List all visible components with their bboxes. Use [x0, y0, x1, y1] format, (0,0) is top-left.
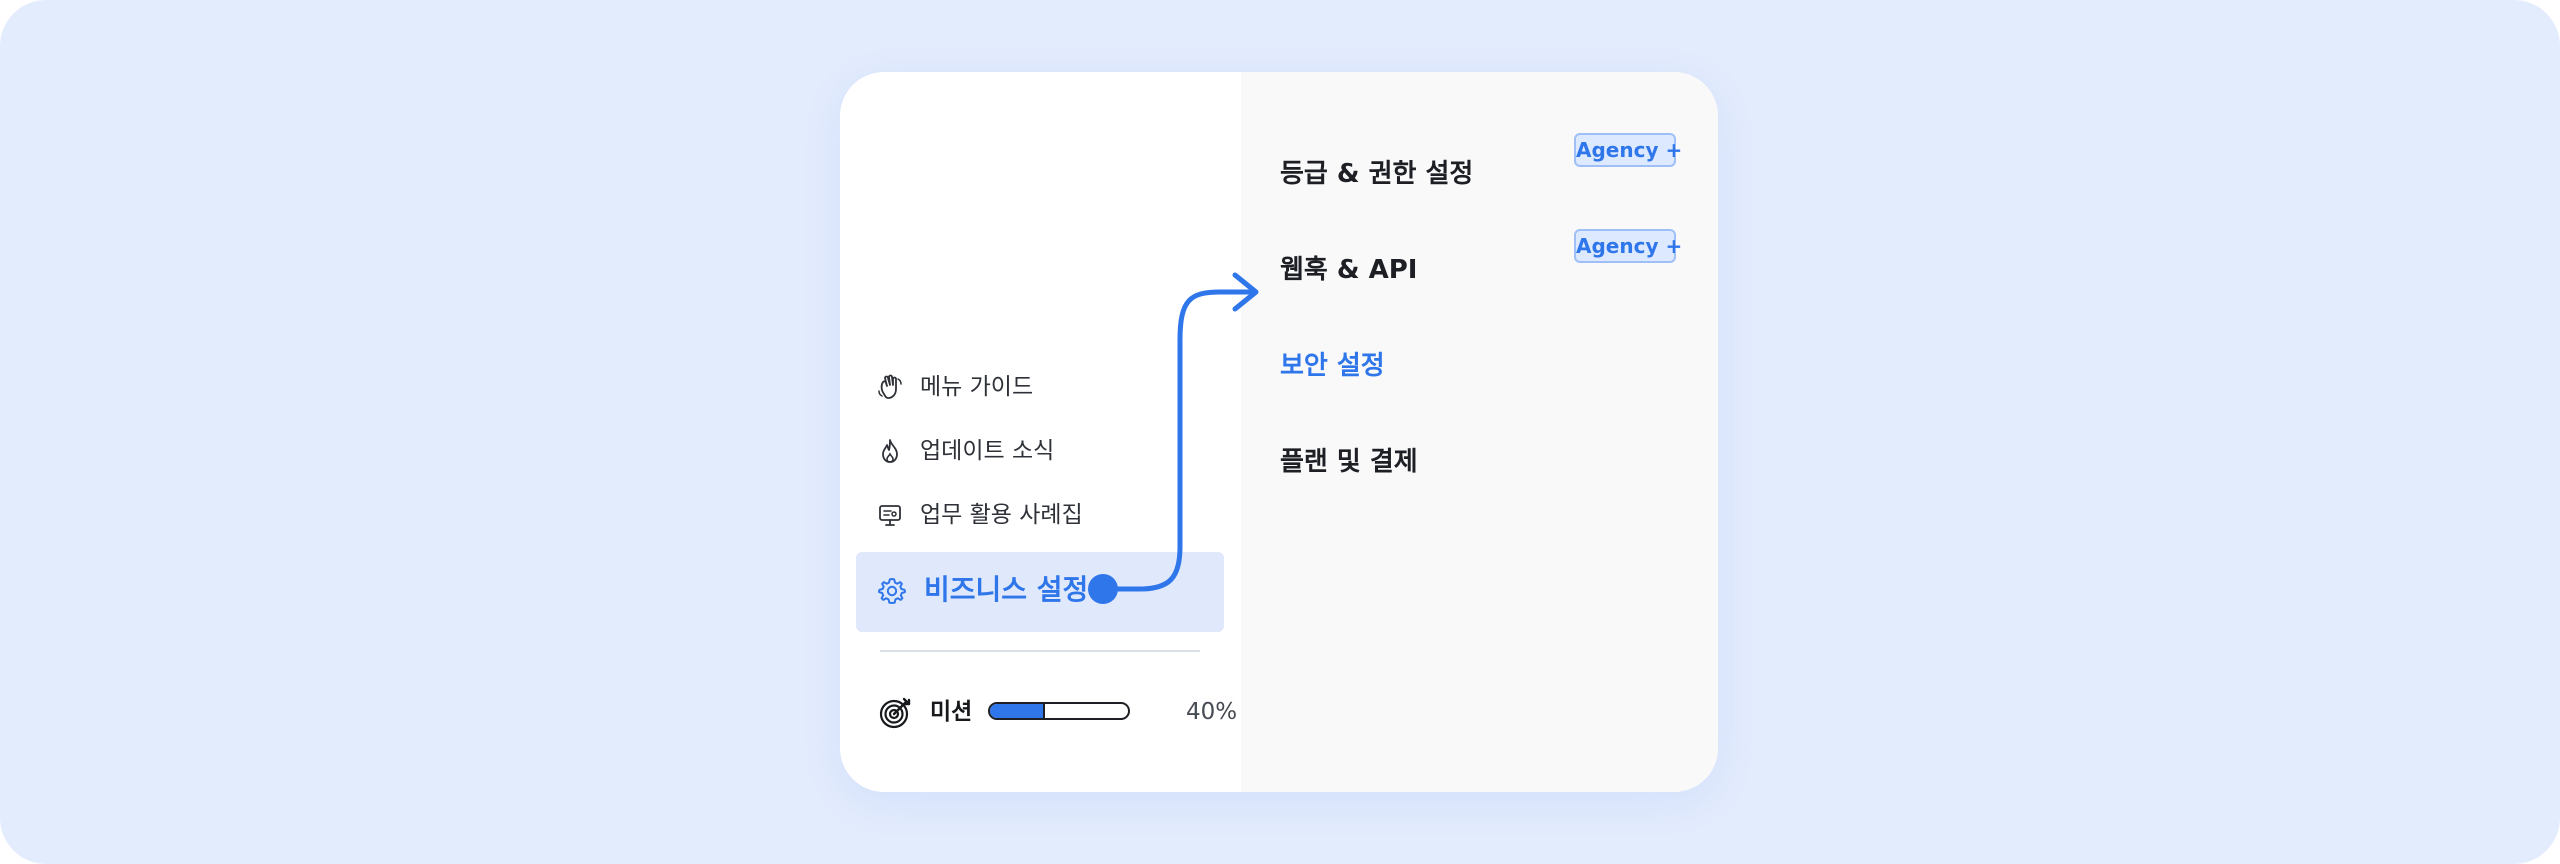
sidebar-item-label: 업무 활용 사례집	[920, 501, 1083, 528]
sidebar-item-label: 메뉴 가이드	[920, 373, 1034, 400]
mission-progress-fill	[990, 704, 1046, 718]
sidebar-item-use-cases[interactable]: 업무 활용 사례집	[876, 495, 1083, 535]
business-settings-submenu: 등급 & 권한 설정 Agency + 웹훅 & API Agency + 보안…	[1241, 72, 1718, 792]
submenu-item-label: 등급 & 권한 설정	[1280, 159, 1474, 189]
sidebar-item-updates[interactable]: 업데이트 소식	[876, 431, 1054, 471]
gear-icon	[878, 578, 906, 604]
mission-label: 미션	[930, 699, 973, 725]
flame-icon	[882, 439, 898, 463]
page-background: 등급 & 권한 설정 Agency + 웹훅 & API Agency + 보안…	[0, 0, 2560, 864]
agency-plus-badge: Agency +	[1574, 229, 1682, 263]
sidebar-divider	[880, 650, 1200, 652]
sidebar-item-label: 업데이트 소식	[920, 437, 1055, 464]
submenu-item-label: 보안 설정	[1280, 351, 1385, 381]
target-icon	[879, 697, 911, 729]
waving-hand-icon	[878, 374, 902, 399]
mission-progress[interactable]: 미션 40%	[878, 692, 1237, 736]
mission-progress-bar	[988, 702, 1130, 720]
presentation-icon	[879, 505, 901, 526]
submenu-item-label: 웹훅 & API	[1280, 255, 1418, 285]
settings-menu-card: 등급 & 권한 설정 Agency + 웹훅 & API Agency + 보안…	[840, 72, 1718, 792]
sidebar-item-menu-guide[interactable]: 메뉴 가이드	[876, 367, 1033, 407]
sidebar-item-label: 비즈니스 설정	[924, 573, 1089, 606]
agency-plus-badge: Agency +	[1574, 133, 1682, 167]
submenu-item-label: 플랜 및 결제	[1280, 447, 1418, 477]
sidebar-item-business-settings[interactable]: 비즈니스 설정	[856, 552, 1224, 632]
mission-progress-text: 40%	[1186, 699, 1238, 725]
